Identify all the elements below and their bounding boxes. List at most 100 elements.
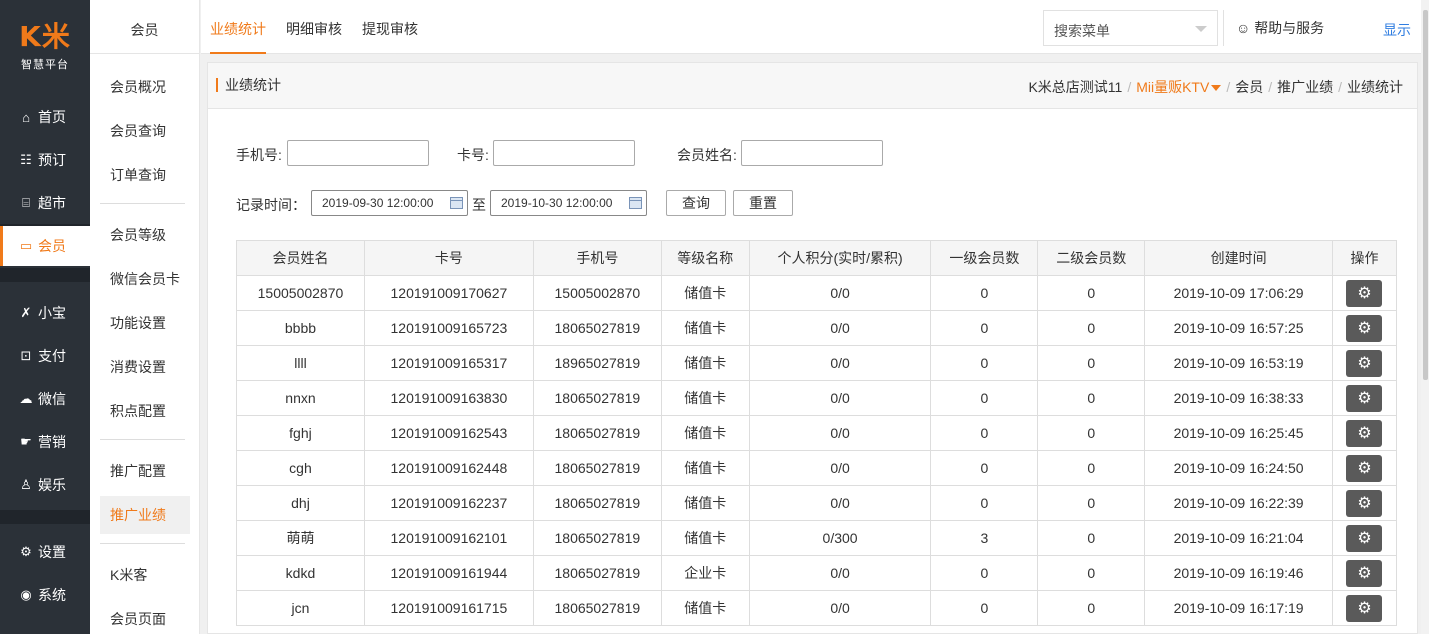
table-cell: 储值卡 (660, 520, 750, 556)
table-cell-actions: ⚙ (1331, 590, 1398, 626)
entertainment-icon: ♙ (20, 477, 32, 492)
table-cell: 2019-10-09 16:25:45 (1144, 415, 1333, 451)
table-cell: 0/0 (748, 380, 932, 416)
table-cell: 2019-10-09 16:38:33 (1144, 380, 1333, 416)
table-cell: 2019-10-09 16:53:19 (1144, 345, 1333, 381)
reset-button[interactable]: 重置 (733, 190, 793, 216)
col-phone: 手机号 (532, 240, 662, 276)
gear-icon[interactable]: ⚙ (1346, 524, 1383, 552)
table-cell: 0 (930, 555, 1039, 591)
member-name-input[interactable] (741, 140, 883, 166)
gear-icon[interactable]: ⚙ (1346, 314, 1383, 342)
col-level1-count: 一级会员数 (930, 240, 1039, 276)
calendar-icon[interactable] (629, 197, 642, 209)
col-card-no: 卡号 (363, 240, 534, 276)
subnav-item-promo-config[interactable]: 推广配置 (100, 452, 190, 490)
table-cell: 储值卡 (660, 310, 750, 346)
table-cell: 0 (1037, 520, 1146, 556)
table-cell: 120191009162543 (363, 415, 534, 451)
subnav-item-member-page[interactable]: 会员页面 (100, 600, 190, 634)
subnav-item-wechat-card[interactable]: 微信会员卡 (100, 260, 190, 298)
table-cell: 0/0 (748, 590, 932, 626)
table-row: dhj 120191009162237 18065027819 储值卡 0/0 0 0 201… (236, 485, 1398, 521)
col-points: 个人积分(实时/累积) (748, 240, 932, 276)
table-cell: 企业卡 (660, 555, 750, 591)
nav-item-booking[interactable]: ☷ 预订 (0, 140, 90, 180)
gear-icon[interactable]: ⚙ (1346, 489, 1383, 517)
subnav-item-kmike[interactable]: K米客 (100, 556, 190, 594)
table-cell: 2019-10-09 16:17:19 (1144, 590, 1333, 626)
table-cell: 萌萌 (236, 520, 365, 556)
caret-down-icon[interactable] (1211, 85, 1222, 92)
subnav-item-feature-settings[interactable]: 功能设置 (100, 304, 190, 342)
nav-item-xiaobao[interactable]: ✗ 小宝 (0, 293, 90, 333)
help-service-button[interactable]: ☺ 帮助与服务 (1223, 10, 1373, 46)
subnav-item-order-query[interactable]: 订单查询 (100, 156, 190, 194)
breadcrumb-shop[interactable]: K米总店测试11 (1028, 79, 1122, 95)
show-link[interactable]: 显示 (1383, 20, 1411, 40)
table-cell: 120191009165317 (363, 345, 534, 381)
table-cell: jcn (236, 590, 365, 626)
table-cell: dhj (236, 485, 365, 521)
gear-icon[interactable]: ⚙ (1346, 559, 1383, 587)
subnav-item-promo-performance[interactable]: 推广业绩 (100, 496, 190, 534)
phone-input[interactable] (287, 140, 429, 166)
card-input[interactable] (493, 140, 635, 166)
breadcrumb-member[interactable]: 会员 (1235, 79, 1263, 95)
table-cell: 120191009170627 (363, 275, 534, 311)
tab-detail-review[interactable]: 明细审核 (286, 8, 342, 54)
table-row: fghj 120191009162543 18065027819 储值卡 0/0 0 0 20… (236, 415, 1398, 451)
calendar-icon[interactable] (450, 197, 463, 209)
table-cell: 0 (1037, 485, 1146, 521)
table-cell: 2019-10-09 16:57:25 (1144, 310, 1333, 346)
nav-item-supermarket[interactable]: ⌸ 超市 (0, 183, 90, 223)
table-cell: 2019-10-09 16:21:04 (1144, 520, 1333, 556)
gear-icon[interactable]: ⚙ (1346, 419, 1383, 447)
nav-label: 预订 (38, 152, 66, 168)
col-level: 等级名称 (660, 240, 750, 276)
gear-icon[interactable]: ⚙ (1346, 279, 1383, 307)
scrollbar-thumb[interactable] (1423, 10, 1428, 380)
brand-logo[interactable]: K米 智慧平台 (0, 0, 90, 90)
nav-item-home[interactable]: ⌂ 首页 (0, 97, 90, 137)
menu-search-select[interactable]: 搜索菜单 (1043, 10, 1218, 46)
query-button[interactable]: 查询 (666, 190, 726, 216)
table-cell: 18065027819 (532, 555, 662, 591)
table-cell: 2019-10-09 16:22:39 (1144, 485, 1333, 521)
subnav-item-consume-settings[interactable]: 消费设置 (100, 348, 190, 386)
logo-mark: K米 (19, 20, 71, 53)
gear-icon[interactable]: ⚙ (1346, 384, 1383, 412)
table-cell: 15005002870 (236, 275, 365, 311)
panel-header: 业绩统计 K米总店测试11/Mii量贩KTV / 会员 / 推广业绩 / 业绩统计 (208, 63, 1417, 109)
table-cell: 120191009162448 (363, 450, 534, 486)
nav-item-wechat[interactable]: ☁ 微信 (0, 379, 90, 419)
breadcrumb-promo[interactable]: 推广业绩 (1277, 79, 1333, 95)
nav-item-system[interactable]: ◉ 系统 (0, 575, 90, 615)
nav-label: 会员 (38, 238, 66, 254)
table-cell: 18965027819 (532, 345, 662, 381)
tab-withdraw-review[interactable]: 提现审核 (362, 8, 418, 54)
tab-performance[interactable]: 业绩统计 (210, 8, 266, 54)
table-row: nnxn 120191009163830 18065027819 储值卡 0/0 0 0 20… (236, 380, 1398, 416)
table-cell: 0 (1037, 555, 1146, 591)
end-date-input[interactable]: 2019-10-30 12:00:00 (490, 190, 647, 216)
table-cell: 0/0 (748, 310, 932, 346)
subnav-item-member-level[interactable]: 会员等级 (100, 216, 190, 254)
nav-item-settings[interactable]: ⚙ 设置 (0, 532, 90, 572)
start-date-input[interactable]: 2019-09-30 12:00:00 (311, 190, 468, 216)
nav-item-entertainment[interactable]: ♙ 娱乐 (0, 465, 90, 505)
subnav-divider (100, 203, 185, 204)
breadcrumb-current: 业绩统计 (1347, 79, 1403, 95)
nav-item-marketing[interactable]: ☛ 营销 (0, 422, 90, 462)
subnav-item-points-config[interactable]: 积点配置 (100, 392, 190, 430)
gear-icon[interactable]: ⚙ (1346, 594, 1383, 622)
nav-item-payment[interactable]: ⊡ 支付 (0, 336, 90, 376)
table-cell-actions: ⚙ (1331, 520, 1398, 556)
gear-icon[interactable]: ⚙ (1346, 454, 1383, 482)
nav-item-member[interactable]: ▭ 会员 (0, 226, 90, 266)
gear-icon[interactable]: ⚙ (1346, 349, 1383, 377)
store-switcher[interactable]: Mii量贩KTV (1136, 79, 1209, 95)
subnav-item-overview[interactable]: 会员概况 (100, 68, 190, 106)
table-cell: 18065027819 (532, 310, 662, 346)
subnav-item-member-query[interactable]: 会员查询 (100, 112, 190, 150)
